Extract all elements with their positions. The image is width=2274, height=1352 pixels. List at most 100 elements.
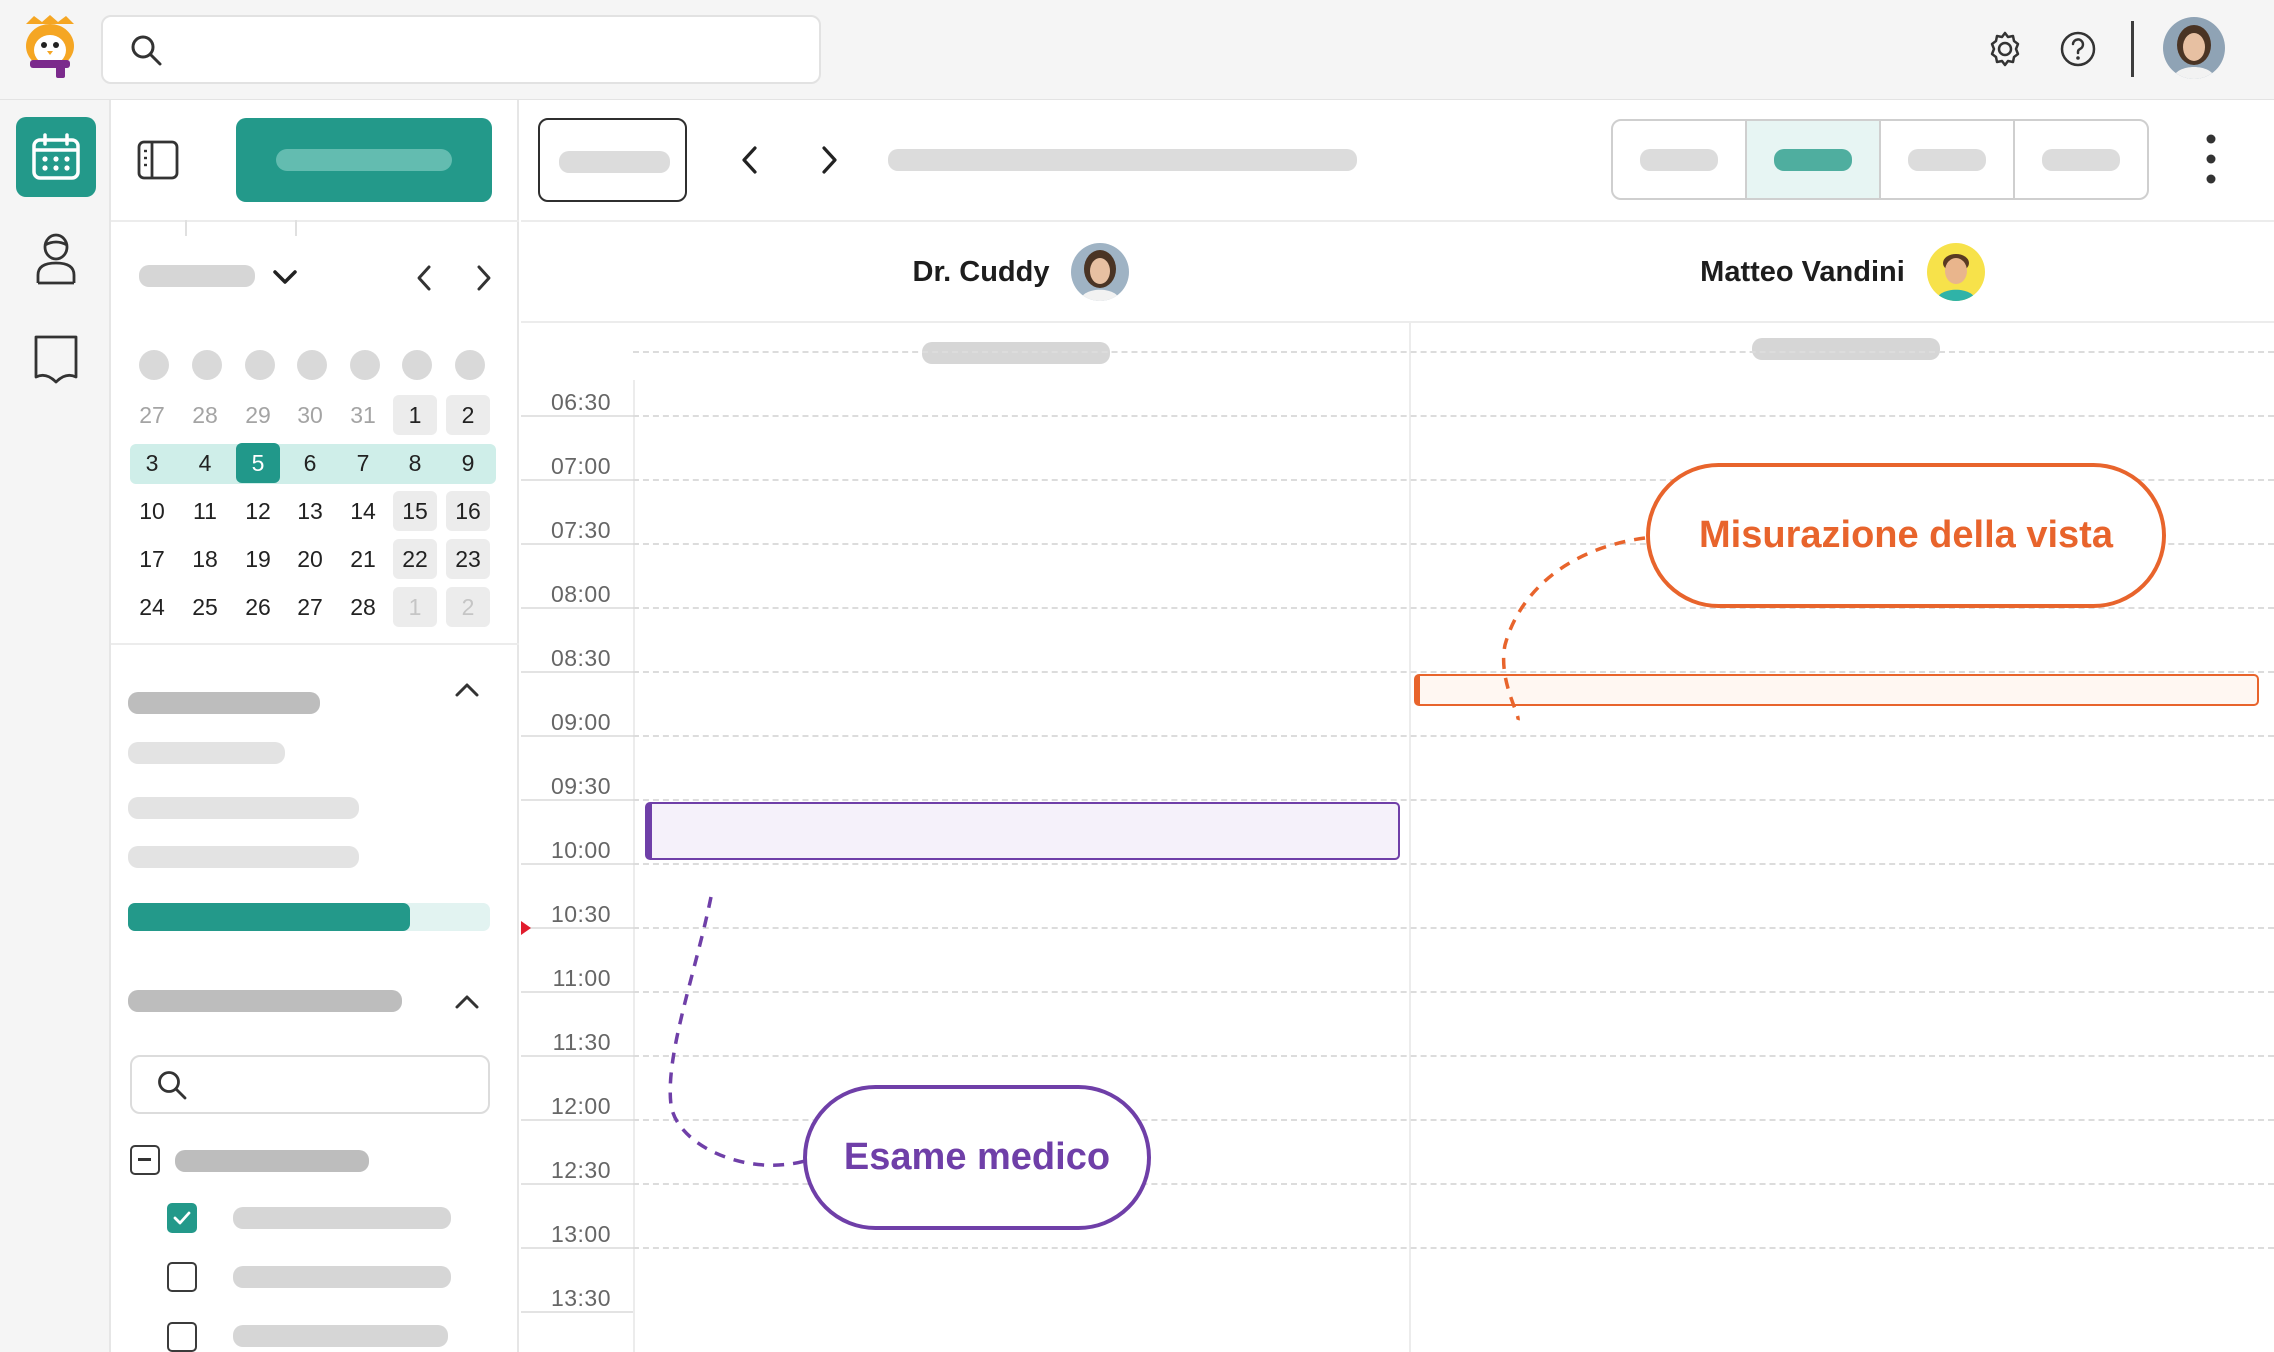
view-option-active[interactable] xyxy=(1747,121,1881,198)
tab-tick xyxy=(295,220,297,236)
app-logo[interactable] xyxy=(16,14,84,80)
global-search-input[interactable] xyxy=(101,15,821,84)
time-label: 12:00 xyxy=(550,1093,611,1119)
time-gutter-divider xyxy=(633,380,635,1352)
column-divider xyxy=(1409,322,1411,1352)
book-icon xyxy=(34,335,78,384)
mini-calendar-day[interactable]: 31 xyxy=(341,395,385,435)
mini-calendar-day[interactable]: 16 xyxy=(446,491,490,531)
prev-period-icon[interactable] xyxy=(735,140,765,180)
hour-gridline xyxy=(633,991,2274,993)
mini-calendar-day[interactable]: 27 xyxy=(288,587,332,627)
time-label: 08:00 xyxy=(550,581,611,607)
mini-calendar-day[interactable]: 15 xyxy=(393,491,437,531)
checkbox-label-placeholder xyxy=(233,1325,448,1347)
mini-calendar-day[interactable]: 28 xyxy=(341,587,385,627)
collapse-chevron-icon[interactable] xyxy=(450,678,484,702)
mini-calendar-day[interactable]: 1 xyxy=(393,395,437,435)
mini-calendar-day[interactable]: 19 xyxy=(236,539,280,579)
mini-calendar-week: 27 28 29 30 31 1 2 xyxy=(130,395,496,435)
rail-book-button[interactable] xyxy=(16,318,96,398)
today-button[interactable] xyxy=(538,118,687,202)
calendar-icon xyxy=(32,133,80,180)
column-header-matteo-vandini: Matteo Vandini xyxy=(1411,222,2274,322)
appointment-esame-medico[interactable] xyxy=(645,802,1400,860)
collapse-chevron-icon[interactable] xyxy=(450,990,484,1014)
mini-calendar-day[interactable]: 27 xyxy=(130,395,174,435)
time-label: 10:30 xyxy=(550,901,611,927)
hour-gridline xyxy=(633,799,2274,801)
mini-calendar-day[interactable]: 1 xyxy=(393,587,437,627)
prev-month-icon[interactable] xyxy=(412,262,436,294)
list-item-placeholder xyxy=(128,742,285,764)
hour-gridline xyxy=(633,671,2274,673)
view-option[interactable] xyxy=(1881,121,2015,198)
mini-calendar-day-selected[interactable]: 5 xyxy=(236,443,280,483)
mini-calendar-day[interactable]: 23 xyxy=(446,539,490,579)
callout-label: Esame medico xyxy=(843,1136,1111,1178)
time-label: 07:00 xyxy=(550,453,611,479)
mini-calendar-day[interactable]: 14 xyxy=(341,491,385,531)
progress-bar-fill xyxy=(128,903,411,931)
hour-gridline xyxy=(633,927,2274,929)
new-appointment-button[interactable] xyxy=(236,118,492,202)
month-dropdown-chevron-icon[interactable] xyxy=(270,264,300,290)
callout-label: Misurazione della vista xyxy=(1699,514,2113,556)
mini-calendar-day[interactable]: 6 xyxy=(288,443,332,483)
next-month-icon[interactable] xyxy=(472,262,496,294)
female-doctor-avatar xyxy=(1071,243,1130,301)
mini-calendar-day[interactable]: 9 xyxy=(446,443,490,483)
mini-calendar-day[interactable]: 22 xyxy=(393,539,437,579)
search-icon xyxy=(131,35,162,66)
item-checkbox-checked[interactable] xyxy=(167,1203,197,1233)
mini-calendar-day[interactable]: 21 xyxy=(341,539,385,579)
filter-search-input[interactable] xyxy=(130,1055,490,1114)
user-avatar[interactable] xyxy=(2163,17,2225,79)
mini-calendar-day[interactable]: 29 xyxy=(236,395,280,435)
mini-calendar-day[interactable]: 11 xyxy=(183,491,227,531)
mini-calendar-day[interactable]: 28 xyxy=(183,395,227,435)
callout-misurazione-vista: Misurazione della vista xyxy=(1646,463,2166,608)
mini-calendar-day[interactable]: 3 xyxy=(130,443,174,483)
help-icon[interactable] xyxy=(2058,29,2098,69)
time-label: 06:30 xyxy=(550,389,611,415)
rail-patients-button[interactable] xyxy=(16,218,96,298)
sidebar-divider xyxy=(111,643,519,645)
button-label-placeholder xyxy=(559,151,670,173)
item-checkbox[interactable] xyxy=(167,1322,197,1352)
mini-calendar-day[interactable]: 25 xyxy=(183,587,227,627)
mini-calendar-day[interactable]: 30 xyxy=(288,395,332,435)
patient-icon xyxy=(36,233,76,285)
weekday-header xyxy=(130,350,496,380)
select-all-checkbox[interactable] xyxy=(130,1145,160,1175)
mini-calendar-day[interactable]: 20 xyxy=(288,539,332,579)
mini-calendar-day[interactable]: 12 xyxy=(236,491,280,531)
search-icon xyxy=(158,1071,187,1100)
view-option[interactable] xyxy=(1613,121,1747,198)
mini-calendar-day[interactable]: 8 xyxy=(393,443,437,483)
sidebar-tab-divider xyxy=(111,220,519,222)
mini-calendar-day[interactable]: 10 xyxy=(130,491,174,531)
sidebar-toggle-icon[interactable] xyxy=(136,138,180,182)
more-options-icon[interactable] xyxy=(2196,131,2226,187)
time-label: 10:00 xyxy=(550,837,611,863)
gear-icon[interactable] xyxy=(1985,29,2025,69)
mini-calendar-day[interactable]: 4 xyxy=(183,443,227,483)
current-time-marker xyxy=(521,921,531,935)
mini-calendar-day[interactable]: 7 xyxy=(341,443,385,483)
mini-calendar-day[interactable]: 13 xyxy=(288,491,332,531)
item-checkbox[interactable] xyxy=(167,1262,197,1292)
hour-gridline xyxy=(633,1247,2274,1249)
hour-gridline xyxy=(633,735,2274,737)
next-period-icon[interactable] xyxy=(814,140,844,180)
rail-calendar-button[interactable] xyxy=(16,117,96,197)
column-header-dr-cuddy: Dr. Cuddy xyxy=(633,222,1409,322)
view-option[interactable] xyxy=(2015,121,2147,198)
mini-calendar-day[interactable]: 2 xyxy=(446,395,490,435)
mini-calendar-day[interactable]: 17 xyxy=(130,539,174,579)
mini-calendar-day[interactable]: 26 xyxy=(236,587,280,627)
mini-calendar-day[interactable]: 2 xyxy=(446,587,490,627)
time-label: 08:30 xyxy=(550,645,611,671)
mini-calendar-day[interactable]: 24 xyxy=(130,587,174,627)
mini-calendar-day[interactable]: 18 xyxy=(183,539,227,579)
